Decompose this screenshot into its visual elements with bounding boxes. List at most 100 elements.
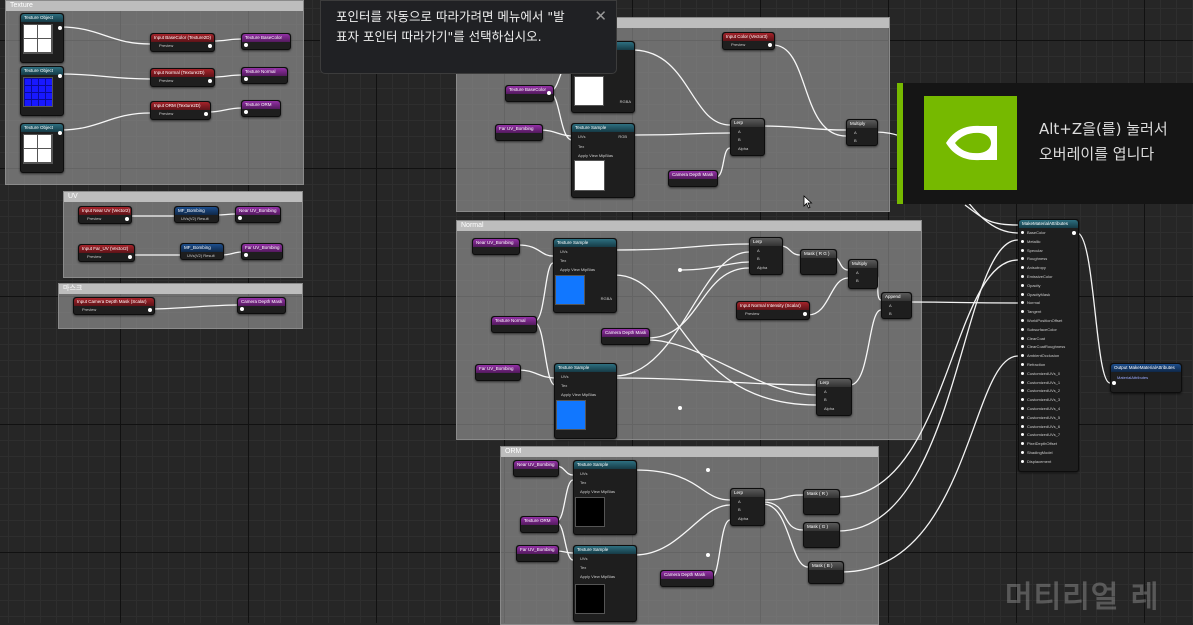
make-material-attributes-node[interactable]: MakeMaterialAttributes BaseColor Metallic… [1018,219,1079,472]
input-far-uv-node[interactable]: Input Far_UV (Vector2) Preview [78,244,135,262]
input-pin[interactable] [1021,292,1024,296]
texture-sample-node[interactable]: Texture Sample UVs Tex Apply View MipBia… [573,545,637,622]
close-icon[interactable]: ✕ [594,6,607,26]
component-mask-b-node[interactable]: Mask ( B ) [808,561,844,584]
get-far-uv-node[interactable]: Far UV_Bombing [516,545,559,562]
texture-object-node[interactable]: Texture Object [20,66,64,116]
input-normal-intensity-node[interactable]: Input Normal Intensity (Scalar) Preview [736,301,810,320]
input-pin[interactable] [1021,257,1024,261]
output-pin[interactable] [58,74,62,78]
input-pin[interactable] [1021,266,1024,270]
get-camera-depth-mask-node[interactable]: Camera Depth Mask [660,570,714,587]
output-pin[interactable] [1072,231,1076,235]
named-reroute-normal[interactable]: Texture Normal [241,67,288,84]
output-pin[interactable] [547,91,551,95]
output-pin[interactable] [128,255,132,259]
input-pin[interactable] [1021,363,1024,366]
input-pin[interactable] [1021,451,1024,454]
named-reroute-basecolor[interactable]: Texture BaseColor [241,33,291,50]
append-node[interactable]: Append A B [881,292,912,319]
multiply-node[interactable]: Multiply A B [848,259,878,289]
input-pin[interactable] [1021,380,1024,384]
input-near-uv-node[interactable]: Input Near UV (Vector2) Preview [78,206,132,224]
get-camera-depth-mask-node[interactable]: Camera Depth Mask [601,328,650,345]
output-pin[interactable] [125,217,129,221]
input-pin[interactable] [1021,407,1024,410]
output-pin[interactable] [204,112,208,116]
nvidia-overlay-notification[interactable]: Alt+Z을(를) 눌러서 오버레이를 엽니다 [897,83,1193,204]
input-pin[interactable] [1021,459,1024,463]
pin-label: A [757,248,760,253]
input-pin[interactable] [1021,275,1024,278]
texture-object-node[interactable]: Texture Object [20,13,64,63]
texture-sample-node[interactable]: Texture Sample UVs Tex Apply View MipBia… [573,460,637,535]
input-orm-node[interactable]: Input ORM (Texture2D) Preview [150,101,211,120]
component-mask-r-node[interactable]: Mask ( R ) [803,489,840,515]
input-pin[interactable] [1021,239,1024,243]
component-mask-g-node[interactable]: Mask ( G ) [803,522,840,548]
output-material-attributes-node[interactable]: Output MakeMaterialAttributes MaterialAt… [1110,363,1182,393]
multiply-node[interactable]: Multiply A B [846,119,878,146]
input-normal-node[interactable]: Input Normal (Texture2D) Preview [150,68,215,87]
component-mask-node[interactable]: Mask ( R G ) [800,249,837,275]
texture-sample-node[interactable]: Texture Sample UVs Tex Apply View MipBia… [554,363,617,439]
input-pin[interactable] [1112,381,1116,385]
input-pin[interactable] [1021,327,1024,331]
texture-object-node[interactable]: Texture Object [20,123,64,173]
input-pin[interactable] [1021,301,1024,305]
uv-bombing-function-node[interactable]: MF_Bombing UVs(V2) Result [174,206,219,223]
get-texture-normal-node[interactable]: Texture Normal [491,316,537,333]
input-camera-depth-mask-node[interactable]: Input Camera Depth Mask (Scalar) Preview [73,297,155,315]
output-pin[interactable] [148,308,152,312]
lerp-node[interactable]: Lerp A B Alpha [730,118,765,156]
input-pin[interactable] [1021,433,1024,437]
input-basecolor-node[interactable]: Input BaseColor (Texture2D) Preview [150,33,215,52]
input-color-node[interactable]: Input Color (Vector3) Preview [722,32,775,50]
input-pin[interactable] [1021,231,1024,234]
input-pin[interactable] [1021,442,1024,446]
output-pin[interactable] [58,131,62,135]
pin-label: A [854,130,857,135]
output-pin[interactable] [768,43,772,47]
uv-bombing-function-node[interactable]: MF_Bombing UVs(V2) Result [180,243,224,260]
texture-sample-node[interactable]: Texture Sample UVs Tex Apply View MipBia… [553,238,617,313]
input-pin[interactable] [1021,389,1024,393]
input-pin[interactable] [238,216,242,220]
texture-sample-node[interactable]: Texture Sample UVs Tex Apply View MipBia… [571,123,635,198]
get-far-uv-node[interactable]: Far UV_Bombing [495,124,543,141]
output-pin[interactable] [208,44,212,48]
input-pin[interactable] [1021,398,1024,402]
input-pin[interactable] [244,110,248,114]
input-pin[interactable] [244,77,248,81]
output-pin[interactable] [58,26,62,30]
output-pin[interactable] [208,79,212,83]
input-pin[interactable] [1021,354,1024,358]
input-pin[interactable] [244,253,248,257]
input-pin[interactable] [1021,371,1024,375]
input-pin[interactable] [1021,283,1024,287]
get-camera-depth-mask-node[interactable]: Camera Depth Mask [668,170,718,187]
input-pin[interactable] [1021,415,1024,419]
get-near-uv-node[interactable]: Near UV_Bombing [513,460,559,477]
get-texture-orm-node[interactable]: Texture ORM [520,516,559,533]
input-pin[interactable] [244,43,248,47]
named-reroute-orm[interactable]: Texture ORM [241,100,281,117]
get-texture-basecolor-node[interactable]: Texture BaseColor [505,85,554,102]
get-far-uv-node[interactable]: Far UV_Bombing [475,364,521,381]
lerp-node[interactable]: Lerp A B Alpha [749,237,783,275]
named-reroute-far-uv[interactable]: Far UV_Bombing [241,243,283,260]
node-title: Camera Depth Mask [602,329,649,337]
lerp-node[interactable]: Lerp A B Alpha [816,378,852,416]
input-pin[interactable] [1021,319,1024,322]
input-pin[interactable] [1021,336,1024,340]
named-reroute-near-uv[interactable]: Near UV_Bombing [235,206,281,223]
lerp-node[interactable]: Lerp A B Alpha [730,488,765,526]
input-pin[interactable] [1021,345,1024,349]
input-pin[interactable] [1021,248,1024,252]
input-pin[interactable] [1021,310,1024,314]
input-pin[interactable] [1021,424,1024,428]
output-pin[interactable] [803,312,807,316]
input-pin[interactable] [240,307,244,311]
get-near-uv-node[interactable]: Near UV_Bombing [472,238,520,255]
named-reroute-camera-depth-mask[interactable]: Camera Depth Mask [237,297,286,314]
